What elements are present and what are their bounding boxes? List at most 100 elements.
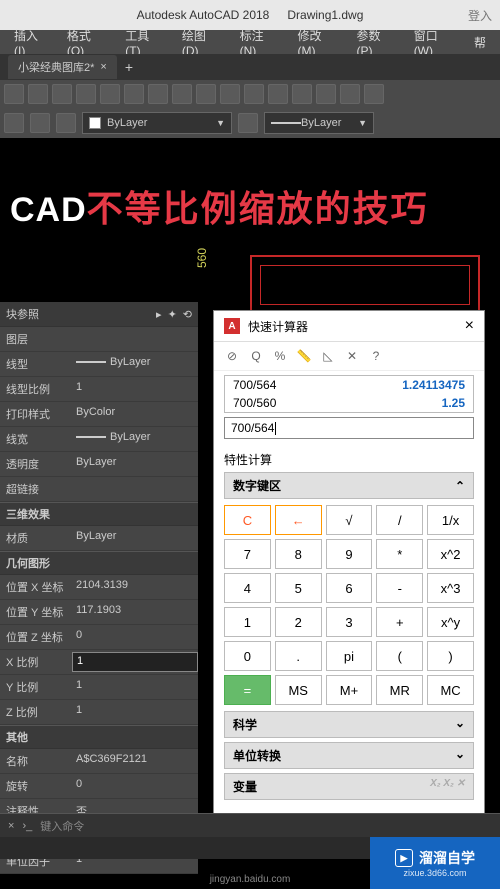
section-other[interactable]: 其他 [0, 725, 198, 749]
keypad-section-header[interactable]: 数字键区 ⌃ [224, 472, 474, 499]
history-icon[interactable]: Q [248, 348, 264, 364]
prop-value[interactable]: A$C369F2121 [72, 751, 198, 771]
layer-dropdown[interactable]: ByLayer ▼ [82, 112, 232, 134]
select-objects-icon[interactable]: ▸ [156, 308, 162, 321]
menu-insert[interactable]: 插入(I) [4, 27, 57, 58]
tape-icon[interactable]: 📏 [296, 348, 312, 364]
prop-value[interactable]: ByLayer [72, 354, 198, 374]
tool-icon[interactable] [340, 84, 360, 104]
calc-key-6[interactable]: 6 [326, 573, 373, 603]
login-link[interactable]: 登入 [468, 7, 492, 24]
tool-icon[interactable] [172, 84, 192, 104]
tool-icon[interactable] [316, 84, 336, 104]
prop-value[interactable]: 2104.3139 [72, 577, 198, 597]
prop-value[interactable]: 1 [72, 702, 198, 722]
layer-icon[interactable] [238, 113, 258, 133]
calc-history[interactable]: 700/564 1.24113475 700/560 1.25 [224, 375, 474, 413]
calc-key-8[interactable]: 8 [275, 539, 322, 569]
calc-key-pi[interactable]: pi [326, 641, 373, 671]
help-icon[interactable]: ? [368, 348, 384, 364]
paste-icon[interactable]: % [272, 348, 288, 364]
tool-icon[interactable] [220, 84, 240, 104]
calc-key-[interactable]: - [376, 573, 423, 603]
linetype-dropdown[interactable]: ByLayer ▼ [264, 112, 374, 134]
doc-tab[interactable]: 小梁经典图库2* × [8, 55, 117, 79]
variables-section[interactable]: 变量 X₂ X₂ ✕ [224, 773, 474, 800]
pickadd-icon[interactable]: ⟲ [183, 308, 192, 321]
command-line[interactable]: × ›_ 键入命令 [0, 813, 500, 837]
calc-key-[interactable]: + [376, 607, 423, 637]
tool-icon[interactable] [292, 84, 312, 104]
tool-icon[interactable] [124, 84, 144, 104]
layer-icon[interactable] [30, 113, 50, 133]
calc-key-5[interactable]: 5 [275, 573, 322, 603]
prop-value[interactable] [72, 479, 198, 499]
tool-icon[interactable] [4, 84, 24, 104]
tool-icon[interactable] [196, 84, 216, 104]
menu-help[interactable]: 帮 [464, 34, 496, 51]
calc-key-4[interactable]: 4 [224, 573, 271, 603]
calc-key-7[interactable]: 7 [224, 539, 271, 569]
calc-key-c[interactable]: C [224, 505, 271, 535]
unit-conversion-section[interactable]: 单位转换⌄ [224, 742, 474, 769]
calc-key-m[interactable]: M+ [326, 675, 373, 705]
prop-value[interactable]: 1 [72, 677, 198, 697]
close-icon[interactable]: × [465, 317, 474, 335]
calc-key-[interactable]: * [376, 539, 423, 569]
calc-key-9[interactable]: 9 [326, 539, 373, 569]
intersect-icon[interactable]: ✕ [344, 348, 360, 364]
tool-icon[interactable] [364, 84, 384, 104]
tool-icon[interactable] [52, 84, 72, 104]
tool-icon[interactable] [76, 84, 96, 104]
prop-value[interactable]: ByLayer [72, 528, 198, 548]
menu-draw[interactable]: 绘图(D) [172, 27, 230, 58]
menu-dimension[interactable]: 标注(N) [230, 27, 288, 58]
tool-icon[interactable] [28, 84, 48, 104]
quickcalc-titlebar[interactable]: A 快速计算器 × [214, 311, 484, 342]
calc-key-[interactable]: / [376, 505, 423, 535]
prop-value[interactable]: 1 [72, 652, 198, 672]
calc-key-mc[interactable]: MC [427, 675, 474, 705]
tool-icon[interactable] [268, 84, 288, 104]
section-3d[interactable]: 三维效果 [0, 502, 198, 526]
calc-key-[interactable]: . [275, 641, 322, 671]
quick-select-icon[interactable]: ✦ [168, 308, 177, 321]
prop-value[interactable]: 0 [72, 776, 198, 796]
tab-close-icon[interactable]: × [100, 61, 106, 73]
clear-icon[interactable]: ⊘ [224, 348, 240, 364]
menu-parameter[interactable]: 参数(P) [347, 27, 404, 58]
tool-icon[interactable] [100, 84, 120, 104]
prop-value[interactable]: 1 [72, 379, 198, 399]
calc-key-x2[interactable]: x^2 [427, 539, 474, 569]
close-icon[interactable]: × [8, 820, 14, 832]
tool-icon[interactable] [244, 84, 264, 104]
tool-icon[interactable] [148, 84, 168, 104]
prop-value[interactable]: 0 [72, 627, 198, 647]
menu-window[interactable]: 窗口(W) [404, 27, 464, 58]
prop-value[interactable]: 117.1903 [72, 602, 198, 622]
prop-value[interactable]: ByColor [72, 404, 198, 424]
calc-key-[interactable]: √ [326, 505, 373, 535]
drawing-block[interactable] [250, 255, 480, 315]
prop-value[interactable]: ByLayer [72, 429, 198, 449]
scientific-section[interactable]: 科学⌄ [224, 711, 474, 738]
calc-key-x3[interactable]: x^3 [427, 573, 474, 603]
section-geometry[interactable]: 几何图形 [0, 551, 198, 575]
new-tab-button[interactable]: + [125, 59, 133, 75]
menu-tools[interactable]: 工具(T) [115, 27, 172, 58]
prop-value[interactable] [72, 329, 198, 349]
calc-key-1x[interactable]: 1/x [427, 505, 474, 535]
calc-key-ms[interactable]: MS [275, 675, 322, 705]
calc-key-2[interactable]: 2 [275, 607, 322, 637]
menu-modify[interactable]: 修改(M) [287, 27, 346, 58]
calc-key-0[interactable]: 0 [224, 641, 271, 671]
angle-icon[interactable]: ◺ [320, 348, 336, 364]
calc-key-[interactable]: ( [376, 641, 423, 671]
calc-key-[interactable]: = [224, 675, 271, 705]
calc-key-mr[interactable]: MR [376, 675, 423, 705]
layer-icon[interactable] [4, 113, 24, 133]
calc-input[interactable]: 700/564 [224, 417, 474, 439]
calc-key-[interactable]: ) [427, 641, 474, 671]
calc-key-3[interactable]: 3 [326, 607, 373, 637]
menu-format[interactable]: 格式(O) [57, 27, 115, 58]
